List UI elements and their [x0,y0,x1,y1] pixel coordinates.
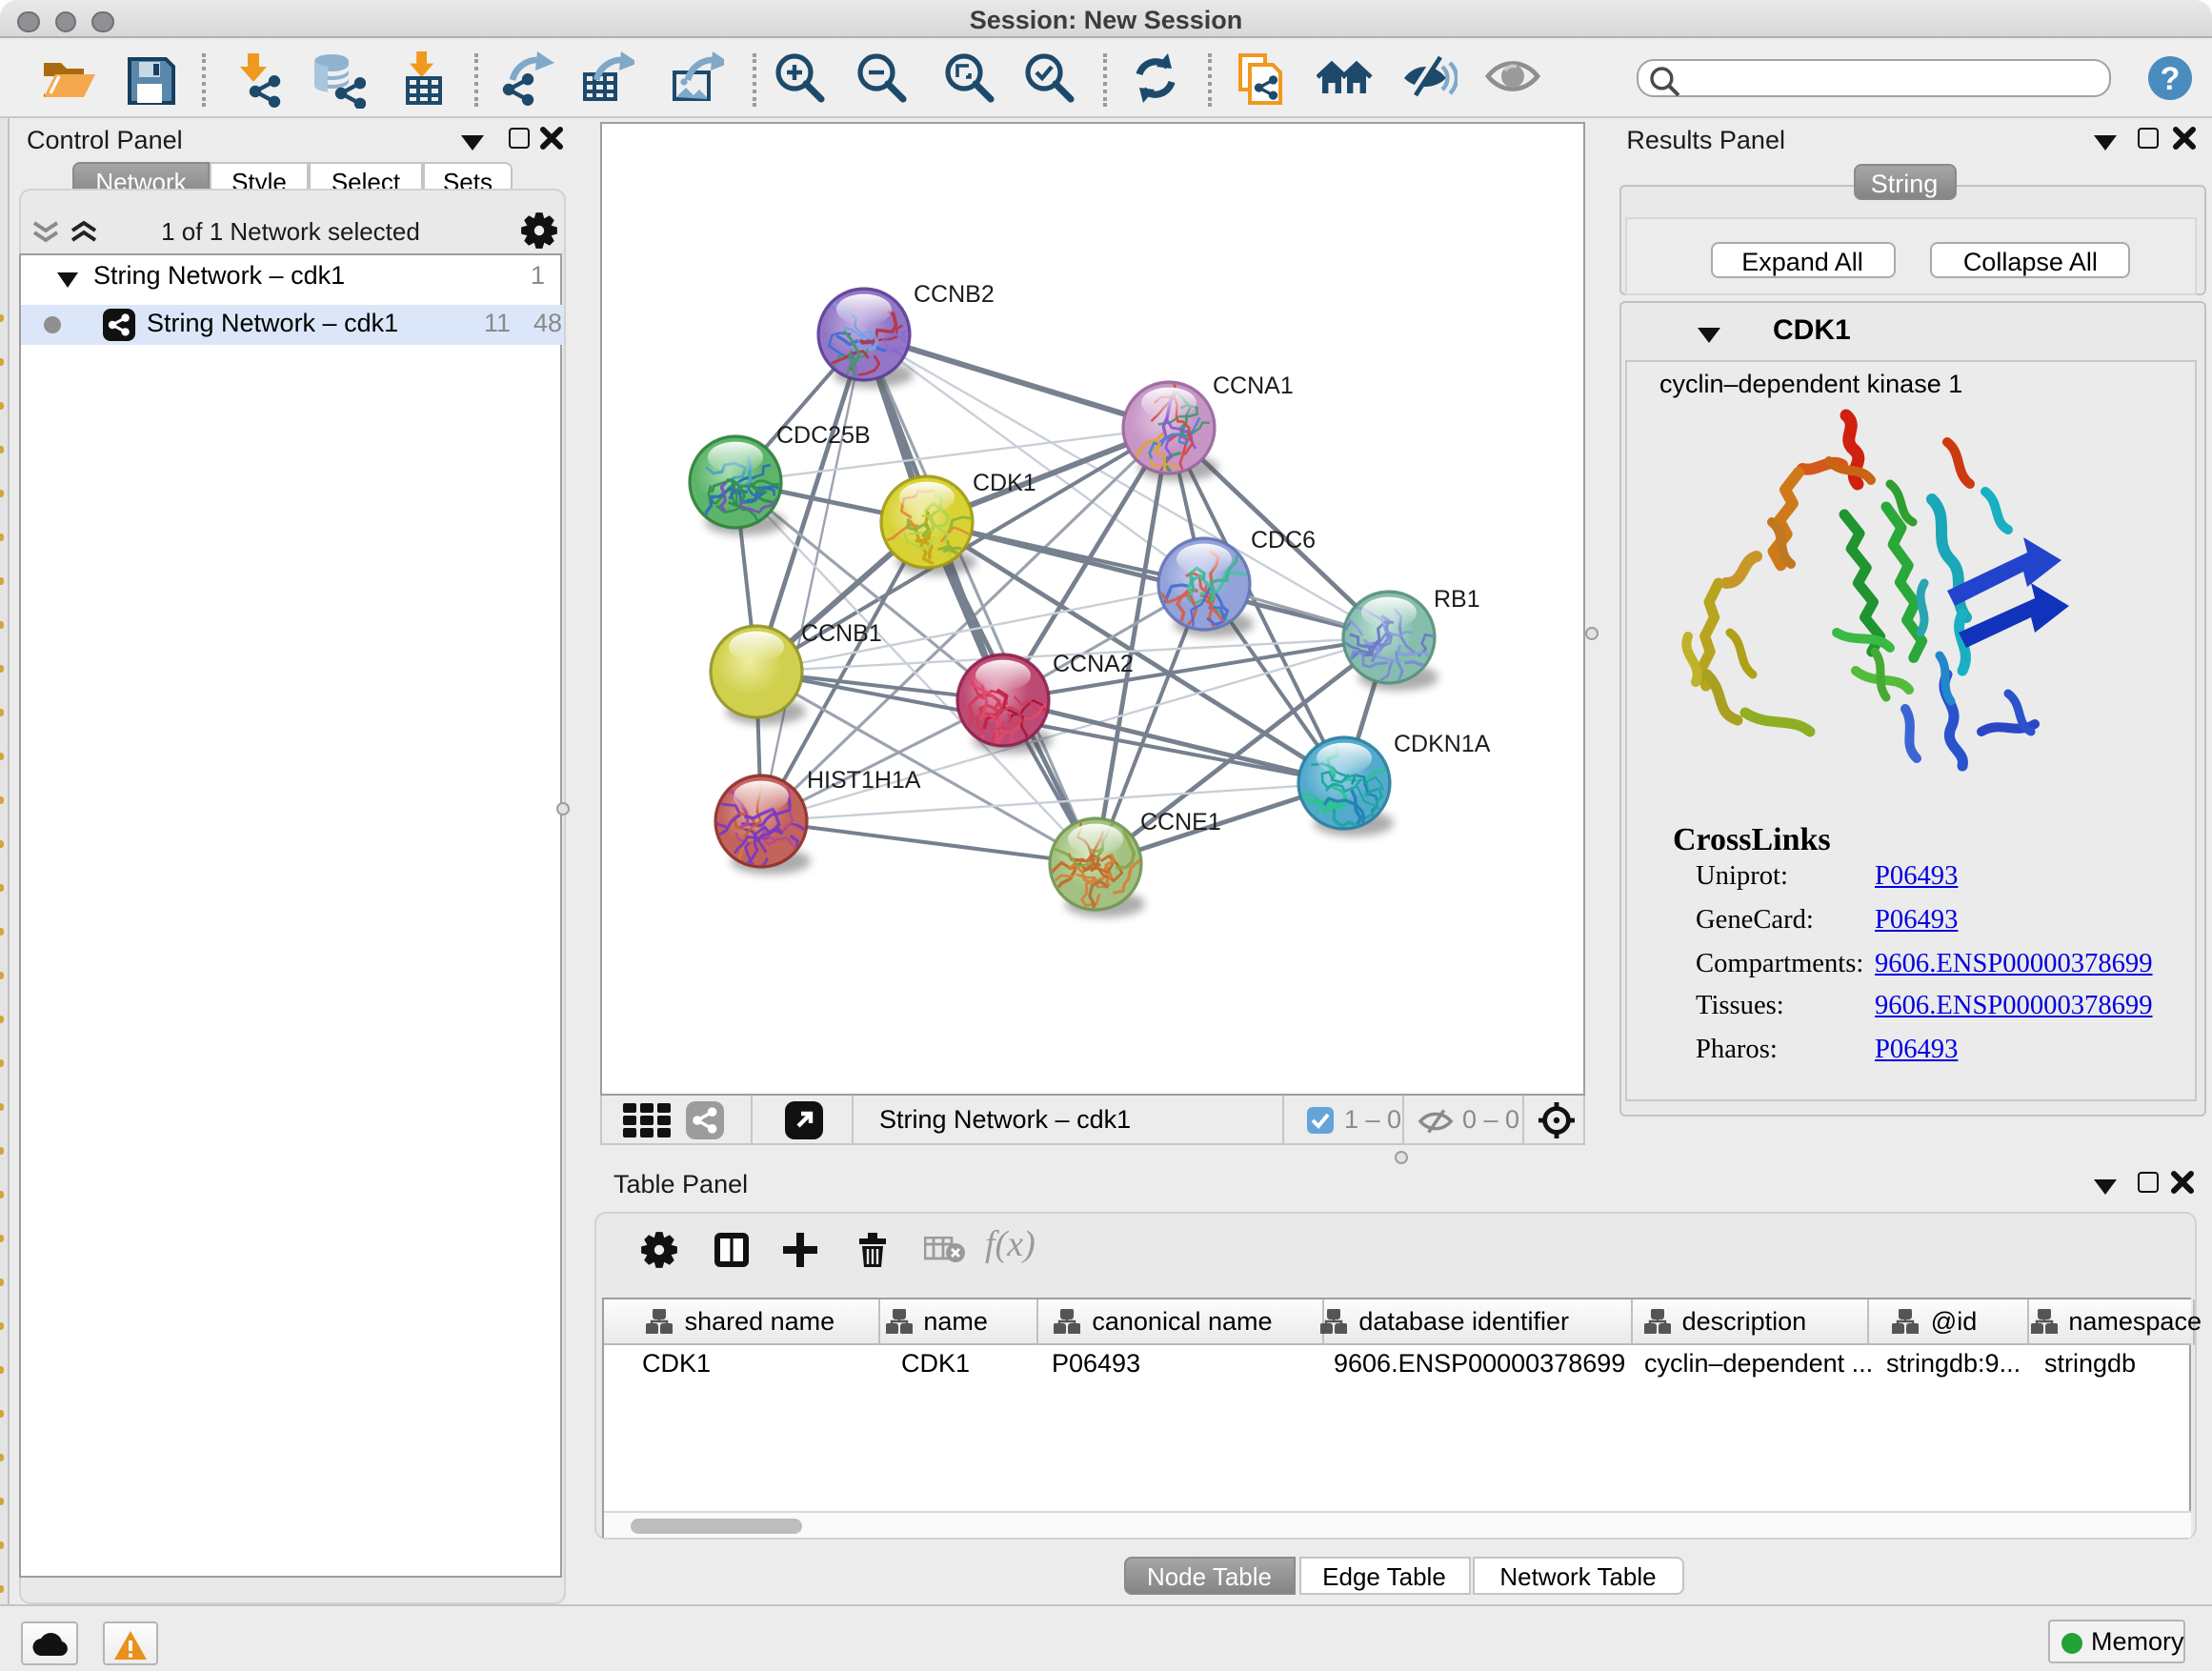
svg-text:CDC25B: CDC25B [775,421,870,448]
svg-text:CCNE1: CCNE1 [1139,808,1220,835]
svg-text:CCNA1: CCNA1 [1212,372,1293,398]
svg-text:CDKN1A: CDKN1A [1393,730,1490,756]
svg-text:CCNB2: CCNB2 [913,280,994,307]
svg-text:RB1: RB1 [1433,585,1479,612]
svg-text:CCNB1: CCNB1 [800,619,881,646]
svg-text:?: ? [2161,61,2181,97]
svg-text:CDK1: CDK1 [972,469,1036,495]
svg-text:CCNA2: CCNA2 [1052,650,1133,676]
svg-text:HIST1H1A: HIST1H1A [806,766,920,793]
svg-text:CDC6: CDC6 [1250,526,1315,553]
